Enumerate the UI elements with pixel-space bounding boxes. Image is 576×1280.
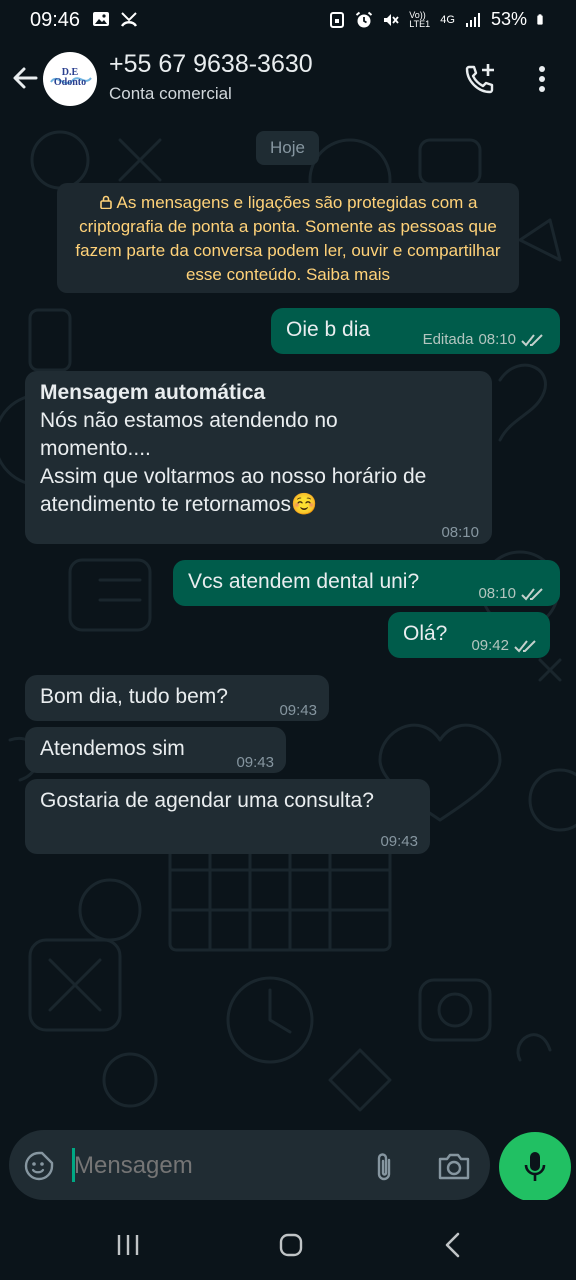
message-time: 08:10 — [441, 524, 479, 541]
encryption-notice[interactable]: As mensagens e ligações são protegidas c… — [57, 183, 519, 293]
message-meta: Editada 08:10 — [423, 326, 545, 354]
message-text-continued: Assim que voltarmos ao nosso horário de … — [40, 465, 427, 516]
network-type: 4G — [440, 13, 455, 26]
message-meta: 09:43 — [279, 697, 317, 725]
avatar[interactable]: D.E Odonto — [43, 52, 97, 106]
read-ticks-icon — [521, 588, 543, 601]
nav-back-icon[interactable] — [443, 1232, 461, 1258]
message-input[interactable] — [74, 1148, 354, 1184]
message-time: 08:10 — [478, 585, 516, 602]
attach-icon[interactable] — [369, 1150, 399, 1184]
notification-icons — [92, 10, 138, 28]
message-meta: 09:42 — [471, 632, 538, 660]
read-ticks-icon — [514, 640, 536, 653]
message-text: Atendemos sim — [40, 737, 185, 760]
message-outgoing[interactable]: Oie b dia Editada 08:10 — [271, 308, 560, 354]
message-time: 09:43 — [279, 702, 317, 719]
chat-header: D.E Odonto +55 67 9638-3630 Conta comerc… — [0, 44, 576, 120]
message-text: Vcs atendem dental uni? — [188, 570, 420, 593]
message-title: Mensagem automática — [40, 381, 266, 404]
message-outgoing[interactable]: Olá? 09:42 — [388, 612, 550, 658]
home-icon[interactable] — [279, 1233, 303, 1257]
mute-icon — [384, 13, 399, 26]
date-chip: Hoje — [256, 131, 319, 165]
message-time: 09:42 — [471, 637, 509, 654]
message-time: 09:43 — [236, 754, 274, 771]
system-navigation-bar — [0, 1200, 576, 1280]
lock-icon — [99, 195, 112, 209]
gallery-notification-icon — [93, 12, 109, 26]
recent-apps-icon[interactable] — [116, 1233, 140, 1257]
message-text: Olá? — [403, 622, 448, 645]
message-incoming[interactable]: Bom dia, tudo bem? 09:43 — [25, 675, 329, 721]
message-meta: 08:10 — [478, 580, 545, 608]
battery-percent: 53% — [490, 9, 527, 29]
microphone-icon — [524, 1152, 546, 1181]
chat-area[interactable]: Hoje As mensagens e ligações são protegi… — [0, 120, 576, 1126]
message-meta: 09:43 — [236, 749, 274, 777]
read-ticks-icon — [521, 334, 543, 347]
message-outgoing[interactable]: Vcs atendem dental uni? 08:10 — [173, 560, 560, 606]
message-time: 09:43 — [380, 833, 418, 850]
cast-icon — [330, 11, 345, 28]
back-arrow-icon[interactable] — [10, 62, 42, 94]
message-meta: 08:10 — [441, 519, 479, 547]
volte-label: Vo)) LTE1 — [409, 9, 431, 29]
missed-call-notification-icon — [120, 12, 138, 27]
contact-name[interactable]: +55 67 9638-3630 — [109, 50, 313, 79]
camera-icon[interactable] — [437, 1151, 471, 1181]
message-incoming[interactable]: Mensagem automática Nós não estamos aten… — [25, 371, 492, 544]
message-incoming[interactable]: Gostaria de agendar uma consulta? 09:43 — [25, 779, 430, 854]
emoji-sticker-icon[interactable] — [24, 1151, 54, 1181]
status-time: 09:46 — [30, 9, 81, 31]
edited-label: Editada — [422, 331, 474, 348]
message-meta: 09:43 — [380, 828, 418, 856]
alarm-icon — [356, 11, 373, 27]
status-bar: 09:46 Vo)) LTE1 4G 53% — [0, 0, 576, 44]
message-text: Nós não estamos atendendo no momento.... — [40, 409, 338, 460]
message-text: Gostaria de agendar uma consulta? — [40, 789, 374, 812]
system-status-icons: Vo)) LTE1 4G 53% — [328, 9, 548, 30]
add-call-icon[interactable] — [463, 62, 497, 96]
message-incoming[interactable]: Atendemos sim 09:43 — [25, 727, 286, 773]
avatar-text-line2: Odonto — [53, 77, 87, 88]
message-text: Oie b dia — [286, 318, 371, 341]
more-options-icon[interactable] — [530, 64, 554, 94]
voice-record-button[interactable] — [499, 1132, 571, 1202]
message-time: 08:10 — [478, 331, 516, 348]
message-text: Bom dia, tudo bem? — [40, 685, 228, 708]
signal-icon — [465, 12, 480, 27]
contact-subtitle[interactable]: Conta comercial — [109, 84, 232, 104]
battery-icon — [537, 13, 543, 25]
encryption-notice-text: As mensagens e ligações são protegidas c… — [75, 193, 501, 284]
avatar-text: D.E Odonto — [43, 68, 97, 88]
